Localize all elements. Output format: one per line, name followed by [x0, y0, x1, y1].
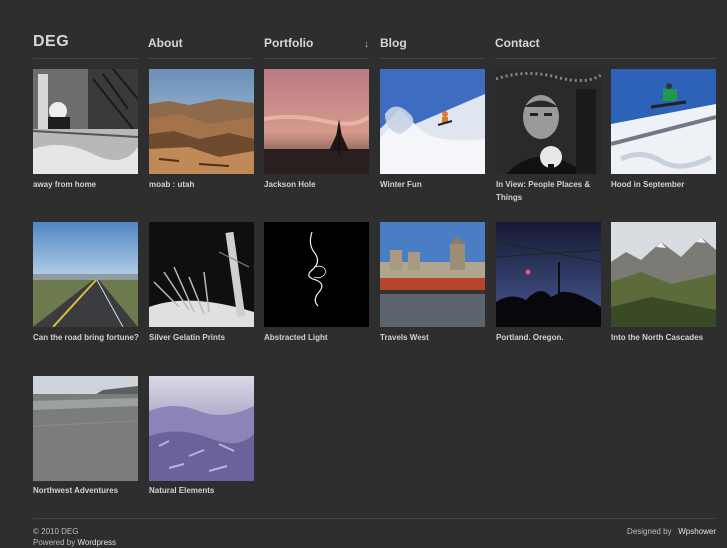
caption-travels-west[interactable]: Travels West [380, 331, 498, 344]
photo-beach [33, 376, 138, 481]
photo-snowboard [611, 69, 716, 174]
wpshower-link[interactable]: Wpshower [678, 527, 716, 536]
caption-silver-gelatin[interactable]: Silver Gelatin Prints [149, 331, 267, 344]
photo-bw-branches [149, 222, 254, 327]
thumbnail-travels-west[interactable] [380, 222, 485, 327]
photo-light-trace [264, 222, 369, 327]
footer-designed-prefix: Designed by [627, 527, 672, 536]
caption-in-view[interactable]: In View: People Places & Things [496, 178, 614, 204]
caption-winter-fun[interactable]: Winter Fun [380, 178, 498, 191]
arrow-down-icon: ↓ [364, 39, 369, 50]
photo-snow-jump [380, 69, 485, 174]
thumbnail-winter-fun[interactable] [380, 69, 485, 174]
footer-powered: Powered by Wordpress [33, 537, 116, 548]
caption-abstracted-light[interactable]: Abstracted Light [264, 331, 382, 344]
photo-porch [33, 69, 138, 174]
photo-frost [149, 376, 254, 481]
thumbnail-in-view[interactable] [496, 69, 601, 174]
footer-designed: Designed by Wpshower [627, 526, 716, 537]
footer-copyright: © 2010 DEG [33, 527, 79, 536]
thumbnail-hood-in-september[interactable] [611, 69, 716, 174]
caption-northwest-adventures[interactable]: Northwest Adventures [33, 484, 151, 497]
caption-hood-in-september[interactable]: Hood in September [611, 178, 727, 191]
thumbnail-silver-gelatin[interactable] [149, 222, 254, 327]
nav-blog[interactable]: Blog [380, 34, 485, 59]
photo-mountains [611, 222, 716, 327]
top-navigation: DEG About Portfolio ↓ Blog Contact [33, 34, 716, 59]
nav-about[interactable]: About [148, 34, 253, 59]
nav-portfolio-label: Portfolio [264, 36, 314, 50]
thumbnail-natural-elements[interactable] [149, 376, 254, 481]
photo-sunset [264, 69, 369, 174]
photo-train [380, 222, 485, 327]
thumbnail-north-cascades[interactable] [611, 222, 716, 327]
photo-canyon [149, 69, 254, 174]
footer-powered-prefix: Powered by [33, 538, 76, 547]
nav-contact[interactable]: Contact [495, 34, 716, 59]
photo-road [33, 222, 138, 327]
caption-portland[interactable]: Portland. Oregon. [496, 331, 614, 344]
thumbnail-abstracted-light[interactable] [264, 222, 369, 327]
site-logo[interactable]: DEG [33, 34, 138, 59]
nav-portfolio[interactable]: Portfolio ↓ [264, 34, 369, 59]
caption-moab-utah[interactable]: moab : utah [149, 178, 267, 191]
thumbnail-road-fortune[interactable] [33, 222, 138, 327]
wordpress-link[interactable]: Wordpress [77, 538, 116, 547]
photo-dusk [496, 222, 601, 327]
thumbnail-portland[interactable] [496, 222, 601, 327]
photo-portrait [496, 69, 601, 174]
thumbnail-away-from-home[interactable] [33, 69, 138, 174]
caption-natural-elements[interactable]: Natural Elements [149, 484, 267, 497]
thumbnail-northwest-adventures[interactable] [33, 376, 138, 481]
caption-road-fortune[interactable]: Can the road bring fortune? [33, 331, 151, 344]
caption-north-cascades[interactable]: Into the North Cascades [611, 331, 727, 344]
thumbnail-moab-utah[interactable] [149, 69, 254, 174]
thumbnail-jackson-hole[interactable] [264, 69, 369, 174]
caption-away-from-home[interactable]: away from home [33, 178, 151, 191]
footer-divider [33, 518, 716, 519]
caption-jackson-hole[interactable]: Jackson Hole [264, 178, 382, 191]
